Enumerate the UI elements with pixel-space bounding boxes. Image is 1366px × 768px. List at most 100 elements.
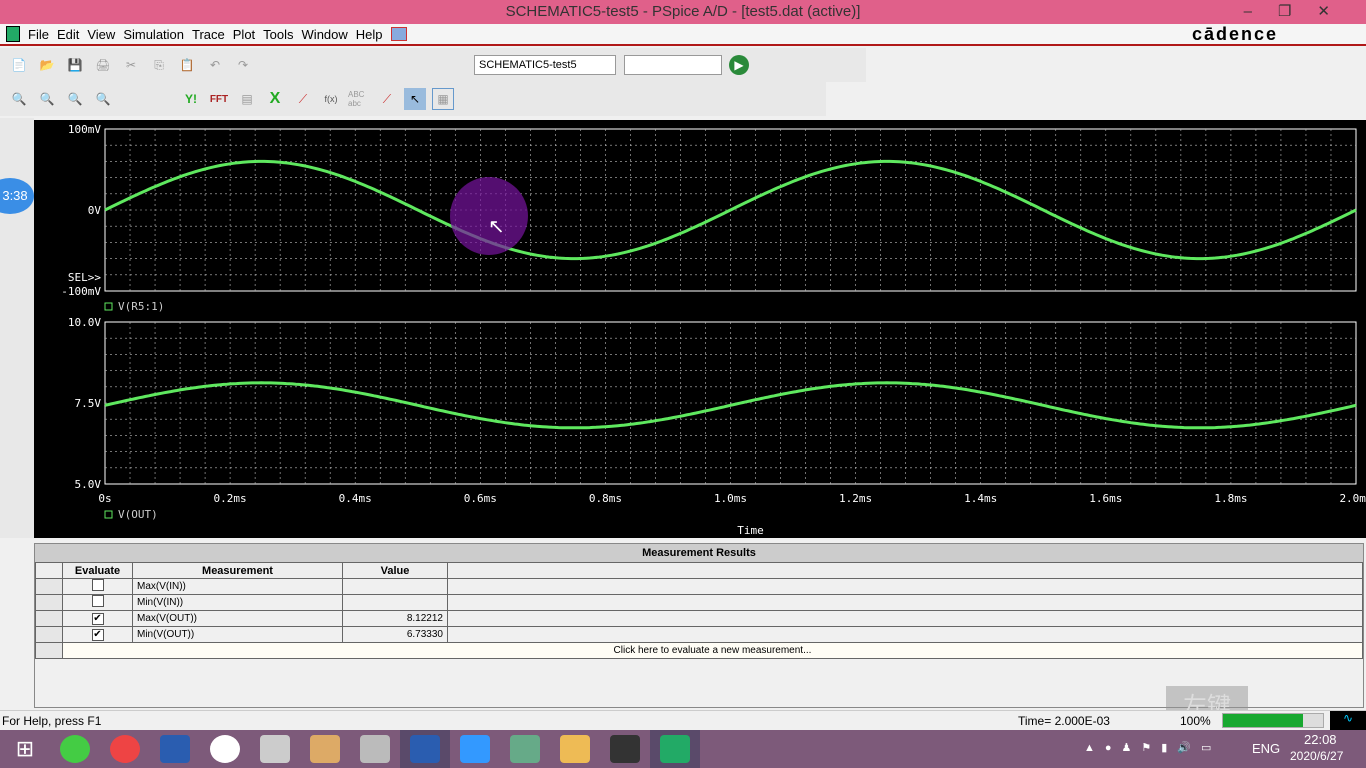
run-icon[interactable]: ▶: [729, 55, 749, 75]
zoom-fit-icon[interactable]: 🔍: [92, 88, 114, 110]
x-tick-label: 2.0ms: [1339, 492, 1366, 505]
zoom-in-icon[interactable]: 🔍: [8, 88, 30, 110]
cadence-logo: cādence: [1191, 24, 1278, 44]
col-evaluate: Evaluate: [62, 562, 133, 579]
redo-icon[interactable]: ↷: [232, 54, 254, 76]
zoom-out-icon[interactable]: 🔍: [36, 88, 58, 110]
label-icon[interactable]: ABC abc: [348, 88, 370, 110]
legend-marker: [104, 510, 113, 519]
zoom-area-icon[interactable]: 🔍: [64, 88, 86, 110]
menu-window[interactable]: Window: [302, 27, 348, 42]
add-trace-icon[interactable]: ⟋: [292, 88, 314, 110]
lang-indicator[interactable]: ENG: [1252, 741, 1280, 756]
window-controls[interactable]: –❐✕: [1244, 0, 1356, 24]
new-icon[interactable]: 📄: [8, 54, 30, 76]
cut-icon[interactable]: ✂: [120, 54, 142, 76]
paste-icon[interactable]: 📋: [176, 54, 198, 76]
row-header[interactable]: [35, 610, 63, 627]
clock-time: 22:08: [1304, 732, 1337, 747]
chrome-icon[interactable]: [100, 730, 150, 768]
measurement-name[interactable]: Max(V(OUT)): [132, 610, 343, 627]
paint-icon[interactable]: [300, 730, 350, 768]
evaluate-icon[interactable]: ▤: [236, 88, 258, 110]
profile-select[interactable]: SCHEMATIC5-test5: [474, 55, 616, 75]
pspice-icon[interactable]: [650, 730, 700, 768]
menu-file[interactable]: File: [28, 27, 49, 42]
y-tick-label: -100mV: [61, 285, 101, 298]
y-axis-icon[interactable]: Y!: [180, 88, 202, 110]
grid-icon[interactable]: ▦: [432, 88, 454, 110]
window-tile-icon[interactable]: [390, 27, 407, 41]
y-tick-label: 100mV: [68, 123, 101, 136]
x-tick-label: 0.4ms: [339, 492, 372, 505]
save-icon[interactable]: 💾: [64, 54, 86, 76]
excel-icon[interactable]: X: [264, 88, 286, 110]
status-bar: For Help, press F1 Time= 2.000E-03 100% …: [0, 710, 1366, 730]
menu-view[interactable]: View: [87, 27, 115, 42]
simulation-field[interactable]: [624, 55, 722, 75]
legend-marker: [104, 302, 113, 311]
x-tick-label: 1.2ms: [839, 492, 872, 505]
measurement-row[interactable]: Min(V(IN)): [35, 594, 1363, 611]
undo-icon[interactable]: ↶: [204, 54, 226, 76]
tool-icon[interactable]: [250, 730, 300, 768]
pdf-icon[interactable]: [400, 730, 450, 768]
new-measurement-row[interactable]: Click here to evaluate a new measurement…: [62, 642, 1363, 659]
measurement-row[interactable]: Max(V(IN)): [35, 578, 1363, 595]
row-header[interactable]: [35, 594, 63, 611]
measurement-name[interactable]: Min(V(OUT)): [132, 626, 343, 643]
x-tick-label: 0.2ms: [214, 492, 247, 505]
fft-icon[interactable]: FFT: [208, 88, 230, 110]
measurement-row[interactable]: ✔ Max(V(OUT)) 8.12212: [35, 610, 1363, 627]
measurement-row[interactable]: ✔ Min(V(OUT)) 6.73330: [35, 626, 1363, 643]
toolbar-probe: 🔍 🔍 🔍 🔍 Y! FFT ▤ X ⟋ f(x) ABC abc ⟋ ↖ ▦: [0, 82, 826, 116]
print-icon[interactable]: 🖨: [92, 54, 114, 76]
measurement-value: [342, 594, 448, 611]
menu-help[interactable]: Help: [356, 27, 383, 42]
model-editor-icon[interactable]: [600, 730, 650, 768]
app-blue-icon[interactable]: [450, 730, 500, 768]
measurement-name[interactable]: Max(V(IN)): [132, 578, 343, 595]
menu-plot[interactable]: Plot: [233, 27, 255, 42]
copy-icon[interactable]: ⎘: [148, 54, 170, 76]
x-tick-label: 1.6ms: [1089, 492, 1122, 505]
select-icon[interactable]: ↖: [404, 88, 426, 110]
start-button[interactable]: ⊞: [0, 730, 50, 768]
word-icon[interactable]: [150, 730, 200, 768]
menu-tools[interactable]: Tools: [263, 27, 293, 42]
x-tick-label: 1.0ms: [714, 492, 747, 505]
taskbar-app-icon[interactable]: [50, 730, 100, 768]
menu-simulation[interactable]: Simulation: [123, 27, 184, 42]
y-tick-label: 5.0V: [75, 478, 102, 491]
row-header[interactable]: [35, 578, 63, 595]
evaluate-checkbox[interactable]: [91, 595, 104, 607]
plot-area[interactable]: 100mV 0V -100mV SEL>> V(R5:1) 10.0V 7.5V 5.0V 0s…: [34, 120, 1366, 538]
measurement-name[interactable]: Min(V(IN)): [132, 594, 343, 611]
evaluate-checkbox[interactable]: ✔: [91, 612, 104, 625]
x-tick-label: 0s: [98, 492, 111, 505]
open-icon[interactable]: 📂: [36, 54, 58, 76]
x-tick-label: 1.4ms: [964, 492, 997, 505]
folder-icon[interactable]: [550, 730, 600, 768]
tray-icons[interactable]: ▲●♟⚑▮🔊▭: [1084, 741, 1221, 754]
capture-icon[interactable]: [500, 730, 550, 768]
function-icon[interactable]: f(x): [320, 88, 342, 110]
menu-trace[interactable]: Trace: [192, 27, 225, 42]
title-bar: SCHEMATIC5-test5 - PSpice A/D - [test5.d…: [0, 0, 1366, 24]
x-tick-label: 0.8ms: [589, 492, 622, 505]
cloud-icon[interactable]: [200, 730, 250, 768]
progress-bar: [1222, 713, 1324, 728]
marker-icon[interactable]: ⟋: [376, 88, 398, 110]
y-tick-label: 10.0V: [68, 316, 101, 329]
legend-label: V(R5:1): [118, 300, 164, 313]
measurement-value: [342, 578, 448, 595]
waveform-plot[interactable]: 100mV 0V -100mVSEL>> V(R5:1) 10.0V 7.5V 5.0V0s…: [34, 120, 1366, 538]
sel-marker: SEL>>: [68, 271, 101, 284]
evaluate-checkbox[interactable]: ✔: [91, 628, 104, 641]
evaluate-checkbox[interactable]: [91, 579, 104, 591]
col-measurement: Measurement: [132, 562, 343, 579]
row-header[interactable]: [35, 626, 63, 643]
menu-edit[interactable]: Edit: [57, 27, 79, 42]
calculator-icon[interactable]: [350, 730, 400, 768]
sim-wave-icon: ∿: [1330, 711, 1366, 730]
